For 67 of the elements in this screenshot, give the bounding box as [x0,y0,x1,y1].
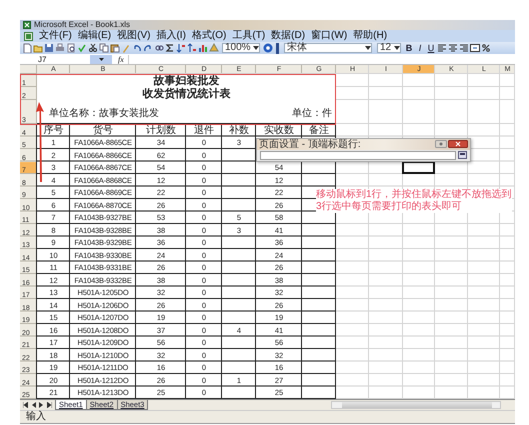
title-rows-field[interactable] [260,150,456,160]
sheet-subtitle: 收发货情况统计表 [142,87,232,100]
first-sheet-icon[interactable] [23,402,28,408]
sheet-title: 故事妇装批发 [152,74,220,87]
align-left-icon[interactable] [437,43,447,53]
menu-item[interactable]: 文件(F) [39,30,72,42]
menu-item[interactable]: 帮助(H) [353,30,388,42]
collapse-dialog-icon[interactable] [458,151,467,159]
previous-sheet-icon[interactable] [31,402,36,408]
document-icon[interactable] [24,32,33,40]
horizontal-scrollbar[interactable] [331,401,501,409]
clipboard-icon[interactable] [110,43,120,53]
dropdown-arrow-icon[interactable] [365,46,371,50]
unit-label: 单位：件 [292,106,332,120]
redo-icon[interactable] [143,43,153,53]
annotation-text: 3行选中每页需要打印的表头即可 [316,200,463,212]
menu-item[interactable]: 插入(I) [156,30,186,42]
dialog-title: 页面设置 - 顶端标题行: [259,138,361,150]
table-header-cell-text: 计划数 [145,124,177,136]
percent-icon[interactable] [481,43,491,53]
menu-item[interactable]: 窗口(W) [311,30,348,42]
copy-icon[interactable] [99,43,109,53]
excel-logo-icon [23,21,31,29]
menu-item[interactable]: 格式(O) [192,30,226,42]
sum-icon[interactable] [165,43,175,53]
sort-ascending-icon[interactable] [176,43,186,53]
align-right-icon[interactable] [459,43,469,53]
toolbar-grip[interactable] [276,42,279,54]
annotation-text: 移动鼠标到1行，并按住鼠标左键不放拖选到 [316,188,512,200]
link-icon[interactable] [154,43,164,53]
insert-function-button[interactable]: fx [118,54,124,64]
menu-item[interactable]: 工具(T) [232,30,266,42]
italic-button[interactable]: I [415,43,425,53]
dropdown-arrow-icon[interactable] [394,46,400,50]
save-icon[interactable] [44,43,54,53]
chart-icon[interactable] [198,43,208,53]
close-button[interactable] [448,140,468,148]
name-box-dropdown[interactable] [90,54,112,64]
table-header-cell-text: 退件 [193,124,215,136]
caret-icon[interactable] [98,58,104,60]
merge-center-icon[interactable] [470,43,480,53]
help-icon[interactable] [263,43,273,53]
align-center-icon[interactable] [448,43,458,53]
help-button[interactable] [435,140,447,148]
menu-item[interactable]: 数据(D) [271,30,306,42]
menu-item[interactable]: 视图(V) [117,30,150,42]
zoom-combobox[interactable]: 100% [222,43,260,53]
unit-name-label: 单位名称：故事女装批发 [49,106,159,120]
underline-button[interactable]: U [426,43,436,53]
font-size-combobox[interactable]: 12 [377,43,401,53]
table-header-cell-text: 备注 [308,124,330,136]
preview-icon[interactable] [66,43,76,53]
next-sheet-icon[interactable] [39,402,44,408]
table-header-cell-text: 货号 [92,124,114,136]
status-text: 输入 [26,411,46,423]
window-title: Microsoft Excel - Book1.xls [34,20,130,30]
bold-button[interactable]: B [404,43,414,53]
sort-descending-icon[interactable] [187,43,197,53]
table-header-cell-text: 补数 [228,124,250,136]
undo-icon[interactable] [132,43,142,53]
last-sheet-icon[interactable] [47,402,52,408]
scissors-icon[interactable] [88,43,98,53]
menu-item[interactable]: 编辑(E) [78,30,112,42]
table-header-cell-text: 实收数 [263,124,295,136]
table-header-cell-text: 序号 [42,124,64,136]
dropdown-arrow-icon[interactable] [253,46,259,50]
spell-check-icon[interactable] [77,43,87,53]
